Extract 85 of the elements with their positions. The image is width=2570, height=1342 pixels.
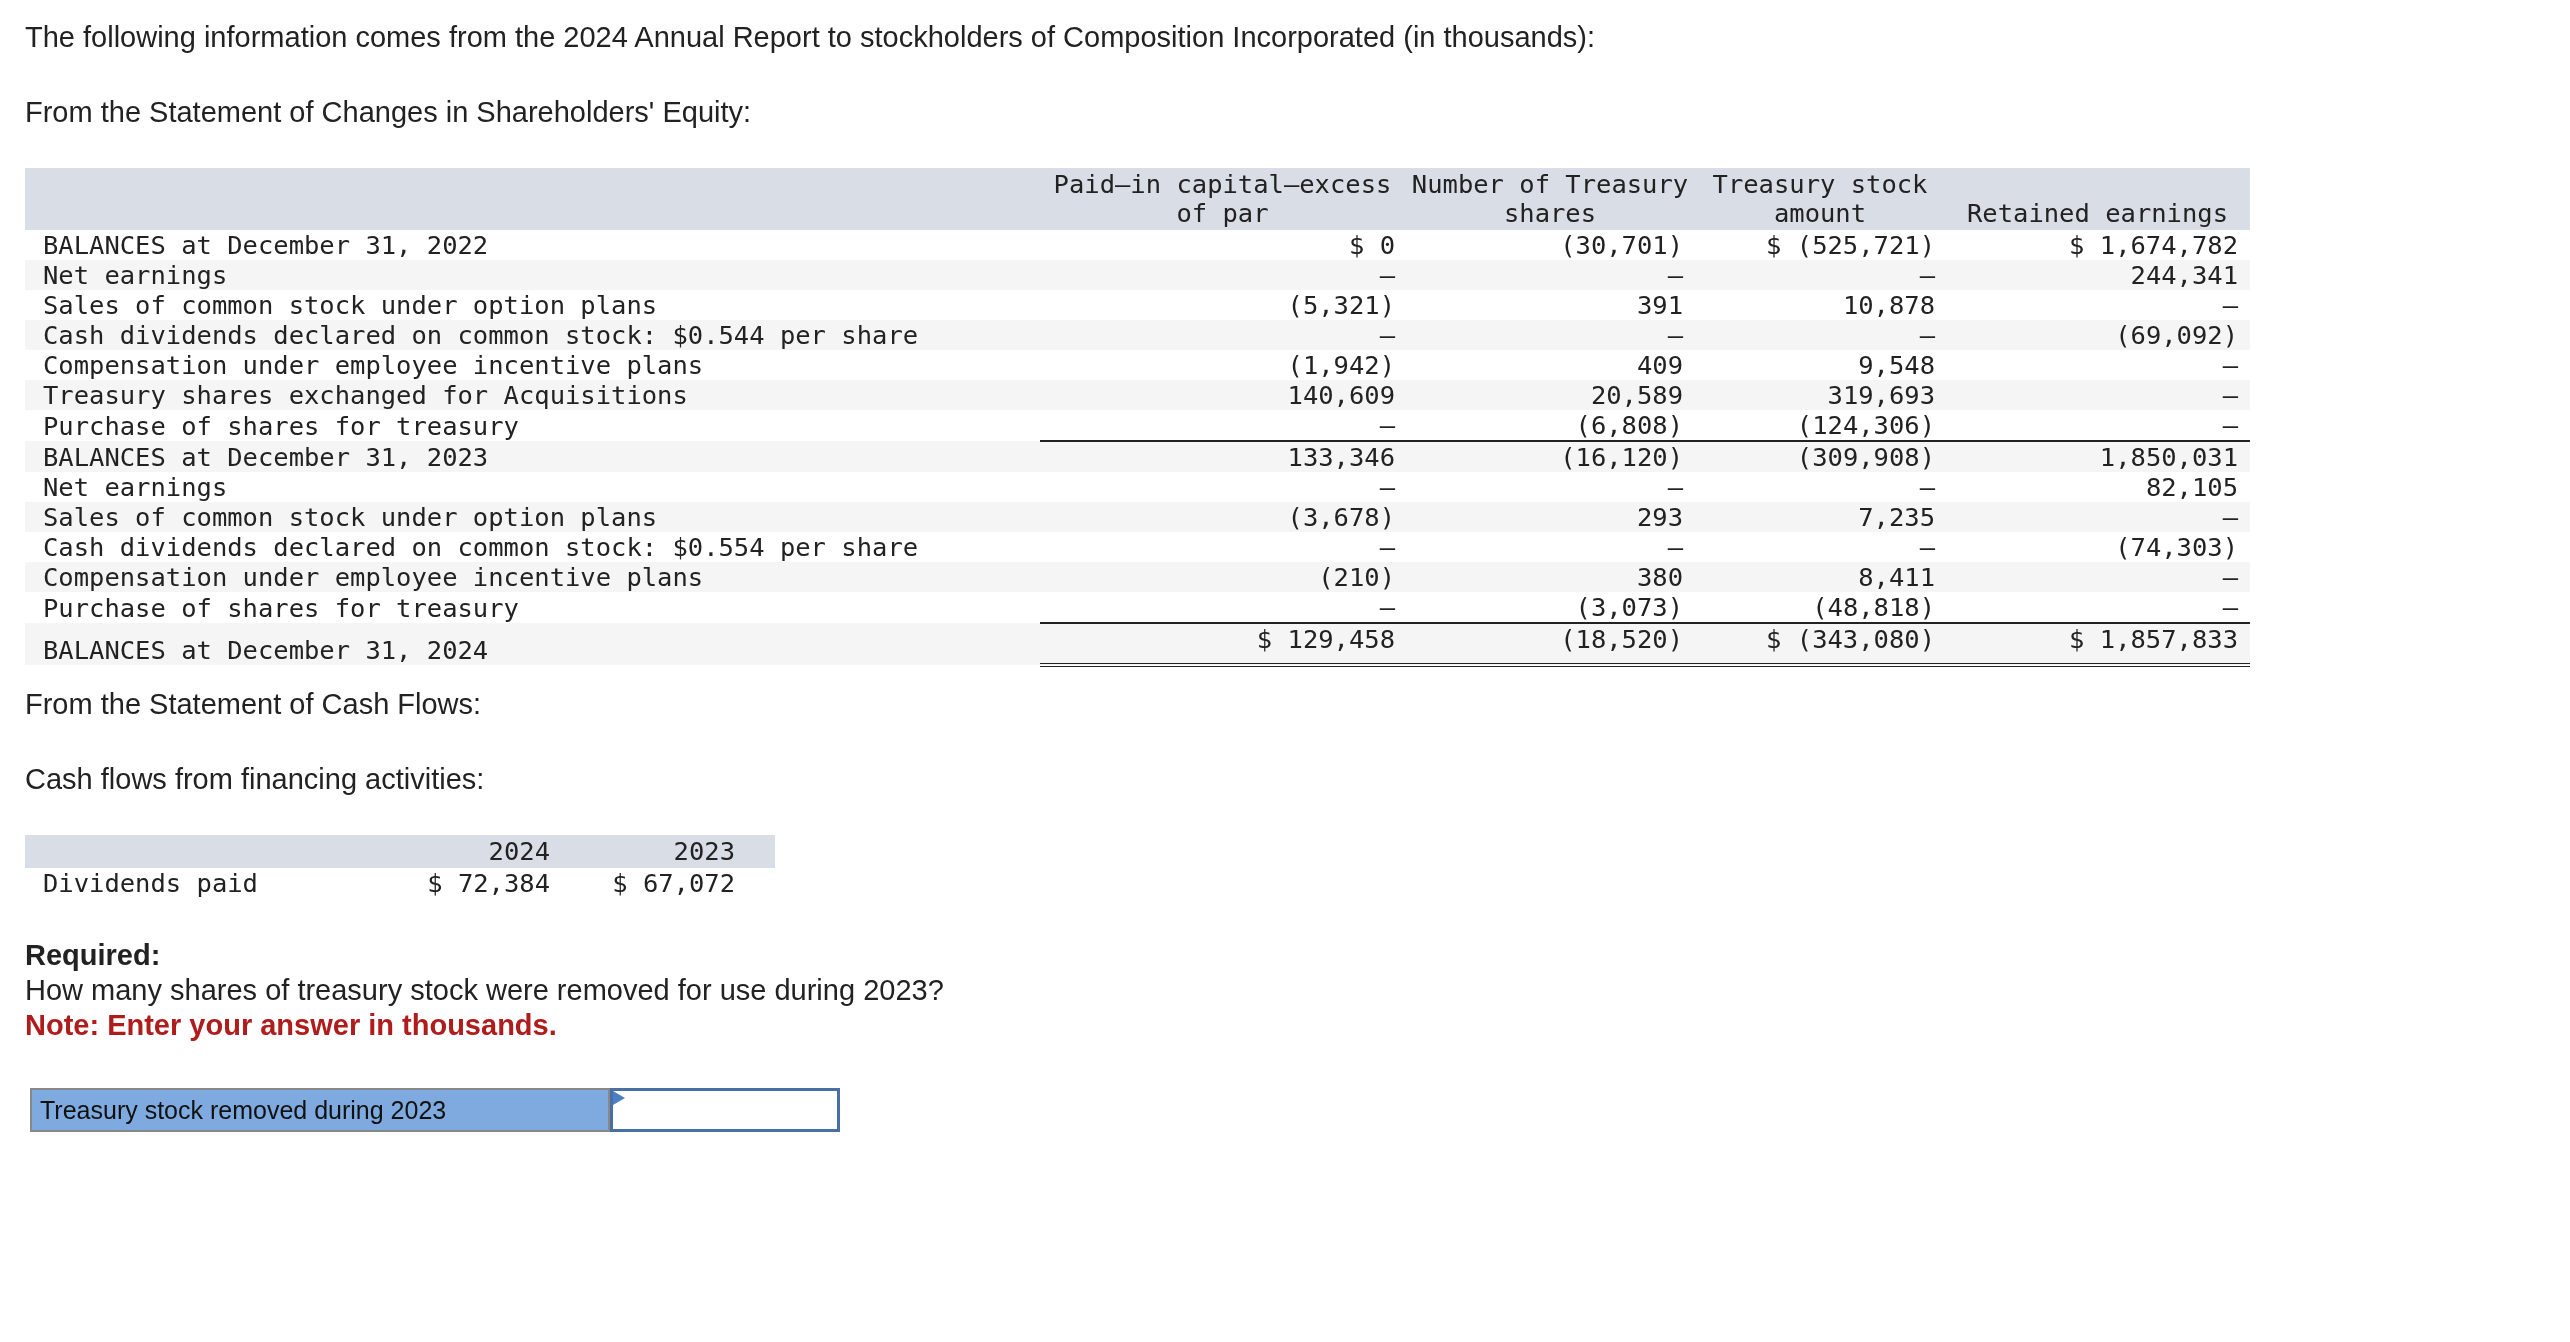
table-cell: – <box>1695 260 1945 290</box>
table-cell: (30,701) <box>1405 230 1695 260</box>
table-cell: – <box>1405 532 1695 562</box>
table-cell: (124,306) <box>1695 410 1945 441</box>
table-cell: – <box>1040 410 1405 441</box>
table-cell: – <box>1405 472 1695 502</box>
row-label: Sales of common stock under option plans <box>25 290 1040 320</box>
table-cell: (5,321) <box>1040 290 1405 320</box>
table-cell: 20,589 <box>1405 380 1695 410</box>
section-heading: From the Statement of Cash Flows: <box>25 687 482 722</box>
table-cell: 293 <box>1405 502 1695 532</box>
table-cell: $ 72,384 <box>400 868 570 898</box>
table-cell: – <box>1695 532 1945 562</box>
table-cell: 409 <box>1405 350 1695 380</box>
intro-text: The following information comes from the 2024 Annual Report to stockholders of Composition Incorporated (in thousands): <box>25 20 1596 55</box>
table-cell: (3,678) <box>1040 502 1405 532</box>
table-cell: – <box>1945 380 2250 410</box>
section-subheading: Cash flows from financing activities: <box>25 762 485 797</box>
table-cell: 391 <box>1405 290 1695 320</box>
row-label: Cash dividends declared on common stock: $0.544 per share <box>25 320 1040 350</box>
table-cell: $ (525,721) <box>1695 230 1945 260</box>
table-cell: 8,411 <box>1695 562 1945 592</box>
column-header: Retained earnings <box>1967 198 2228 228</box>
row-label: Net earnings <box>25 472 1040 502</box>
row-label: BALANCES at December 31, 2022 <box>25 230 1040 260</box>
table-cell: 244,341 <box>1945 260 2250 290</box>
table-cell: 380 <box>1405 562 1695 592</box>
note-text: Note: Enter your answer in thousands. <box>25 1008 557 1043</box>
table-cell: – <box>1040 320 1405 350</box>
table-cell: $ (343,080) <box>1695 623 1945 665</box>
required-heading: Required: <box>25 938 161 973</box>
table-cell: (74,303) <box>1945 532 2250 562</box>
table-cell: 7,235 <box>1695 502 1945 532</box>
table-cell: – <box>1945 592 2250 623</box>
table-cell: 140,609 <box>1040 380 1405 410</box>
table-cell: – <box>1695 320 1945 350</box>
table-cell: (48,818) <box>1695 592 1945 623</box>
column-header: Number of Treasury shares <box>1411 169 1689 228</box>
table-cell: – <box>1040 532 1405 562</box>
marker-icon <box>613 1091 625 1105</box>
column-header: 2023 <box>673 836 735 866</box>
row-label: Treasury shares exchanged for Acquisitions <box>25 380 1040 410</box>
table-cell: 319,693 <box>1695 380 1945 410</box>
row-label: Cash dividends declared on common stock: $0.554 per share <box>25 532 1040 562</box>
table-cell: – <box>1040 592 1405 623</box>
row-label: BALANCES at December 31, 2024 <box>25 623 1040 665</box>
row-label: Sales of common stock under option plans <box>25 502 1040 532</box>
table-cell: (3,073) <box>1405 592 1695 623</box>
question-text: How many shares of treasury stock were removed for use during 2023? <box>25 973 944 1008</box>
answer-label: Treasury stock removed during 2023 <box>30 1088 610 1132</box>
column-header: Paid–in capital—excess of par <box>1053 169 1392 228</box>
table-cell: – <box>1040 260 1405 290</box>
answer-field[interactable] <box>610 1088 840 1132</box>
table-cell: $ 129,458 <box>1040 623 1405 665</box>
table-cell: – <box>1945 562 2250 592</box>
row-label: BALANCES at December 31, 2023 <box>25 441 1040 472</box>
table-cell: $ 67,072 <box>570 868 775 898</box>
row-label: Purchase of shares for treasury <box>25 410 1040 441</box>
table-cell: (6,808) <box>1405 410 1695 441</box>
row-label: Compensation under employee incentive plans <box>25 350 1040 380</box>
table-cell: – <box>1695 472 1945 502</box>
table-cell: (1,942) <box>1040 350 1405 380</box>
table-cell: – <box>1040 472 1405 502</box>
table-cell: – <box>1945 502 2250 532</box>
table-cell: 82,105 <box>1945 472 2250 502</box>
column-header: 2024 <box>488 836 550 866</box>
table-cell: – <box>1405 260 1695 290</box>
column-header: Treasury stock amount <box>1712 169 1928 228</box>
table-cell: – <box>1945 350 2250 380</box>
table-cell: – <box>1945 410 2250 441</box>
table-cell: 9,548 <box>1695 350 1945 380</box>
table-cell: 10,878 <box>1695 290 1945 320</box>
table-cell: $ 1,674,782 <box>1945 230 2250 260</box>
row-label: Purchase of shares for treasury <box>25 592 1040 623</box>
table-cell: (69,092) <box>1945 320 2250 350</box>
row-label: Compensation under employee incentive plans <box>25 562 1040 592</box>
section-heading: From the Statement of Changes in Shareholders' Equity: <box>25 95 752 130</box>
row-label: Dividends paid <box>25 868 400 898</box>
table-cell: $ 1,857,833 <box>1945 623 2250 665</box>
table-cell: – <box>1405 320 1695 350</box>
row-label: Net earnings <box>25 260 1040 290</box>
table-cell: (18,520) <box>1405 623 1695 665</box>
table-cell: – <box>1945 290 2250 320</box>
table-cell: (210) <box>1040 562 1405 592</box>
table-cell: $ 0 <box>1040 230 1405 260</box>
